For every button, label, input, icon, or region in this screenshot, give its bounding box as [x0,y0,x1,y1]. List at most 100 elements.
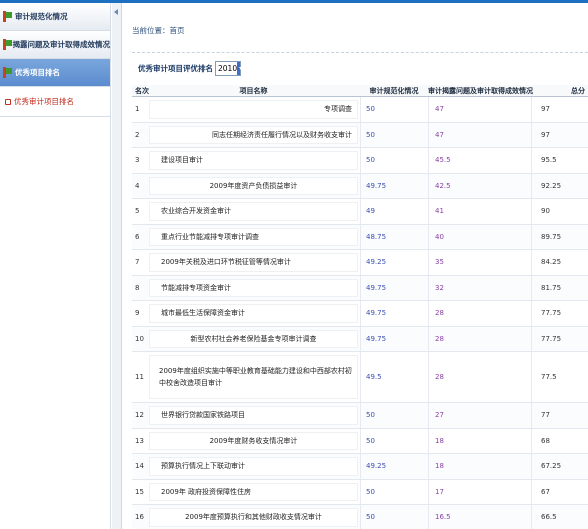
project-name[interactable]: 2009年度组织实施中等职业教育基础能力建设和中西部农村初中校舍改造项目审计 [147,365,360,389]
project-name-cell: 重点行业节能减排专项审计调查 [147,225,360,250]
project-name[interactable]: 2009年度财务收支情况审计 [147,436,360,446]
total-score-cell: 66.5 [531,505,588,529]
sidebar-item-label: 揭露问题及审计取得成效情况 [12,40,111,49]
column-header-rank[interactable]: 名次 [132,85,149,96]
total-score-cell: 77 [531,403,588,428]
standard-score-cell: 50 [360,148,428,173]
total-score-cell: 67.25 [531,454,588,479]
divider [132,52,588,53]
table-row: 8 节能减排专项资金审计 49.75 32 81.75 [132,275,588,301]
project-name[interactable]: 2009年关税及进口环节税征管等情况审计 [147,257,360,267]
project-name[interactable]: 专项调查 [147,104,360,114]
achievement-score-cell: 47 [428,97,531,122]
achievement-score-cell: 17 [428,479,531,504]
column-header-total[interactable]: 总分 [531,85,588,96]
table-row: 10 新型农村社会养老保险基金专项审计调查 49.75 28 77.75 [132,326,588,352]
total-score-cell: 84.25 [531,250,588,275]
project-name[interactable]: 城市最低生活保障资金审计 [147,308,360,318]
project-name[interactable]: 新型农村社会养老保险基金专项审计调查 [147,334,360,344]
chevron-down-icon[interactable] [237,62,243,75]
flag-icon [3,39,12,50]
rank-cell: 7 [135,258,140,267]
rank-cell: 4 [135,181,140,190]
table-row: 6 重点行业节能减排专项审计调查 48.75 40 89.75 [132,224,588,250]
table-row: 15 2009年 政府投资保障性住房 50 17 67 [132,479,588,505]
rank-cell: 6 [135,232,140,241]
total-score-cell: 68 [531,428,588,453]
rank-cell: 9 [135,309,140,318]
table-row: 5 农业综合开发资金审计 49 41 90 [132,199,588,225]
standard-score-cell: 49.25 [360,454,428,479]
project-name[interactable]: 节能减排专项资金审计 [147,283,360,293]
achievement-score-cell: 28 [428,352,531,402]
standard-score-cell: 50 [360,505,428,529]
sidebar-subitem-label: 优秀审计项目排名 [14,97,74,106]
achievement-score-cell: 28 [428,326,531,351]
table-body: 1 专项调查 50 47 97 2 同志任期经济责任履行情况以及财务收支审计 50 47 97 3 建… [132,97,588,529]
total-score-cell: 81.75 [531,275,588,300]
project-name-cell: 同志任期经济责任履行情况以及财务收支审计 [147,123,360,148]
column-header-achievement[interactable]: 审计揭露问题及审计取得成效情况 [428,85,533,96]
project-name[interactable]: 预算执行情况上下联动审计 [147,461,360,471]
project-name[interactable]: 2009年度资产负债损益审计 [147,181,360,191]
total-score-cell: 77.5 [531,352,588,402]
project-name[interactable]: 农业综合开发资金审计 [147,206,360,216]
collapse-arrow-icon[interactable] [114,9,118,15]
achievement-score-cell: 16.5 [428,505,531,529]
standard-score-cell: 50 [360,403,428,428]
table-row: 7 2009年关税及进口环节税征管等情况审计 49.25 35 84.25 [132,250,588,276]
total-score-cell: 97 [531,97,588,122]
total-score-cell: 77.75 [531,301,588,326]
project-name-cell: 节能减排专项资金审计 [147,276,360,301]
total-score-cell: 95.5 [531,148,588,173]
achievement-score-cell: 18 [428,428,531,453]
project-name[interactable]: 建设项目审计 [147,155,360,165]
table-row: 2 同志任期经济责任履行情况以及财务收支审计 50 47 97 [132,122,588,148]
standard-score-cell: 49.75 [360,275,428,300]
rank-cell: 1 [135,105,140,114]
column-header-standard[interactable]: 审计规范化情况 [360,85,428,96]
standard-score-cell: 49 [360,199,428,224]
project-name-cell: 2009年度财务收支情况审计 [147,429,360,454]
project-name[interactable]: 2009年度预算执行和其他财政收支情况审计 [147,512,360,522]
project-name[interactable]: 世界银行贷款国家铁路项目 [147,410,360,420]
standard-score-cell: 49.5 [360,352,428,402]
sidebar-item-label: 优秀项目排名 [15,68,60,77]
achievement-score-cell: 35 [428,250,531,275]
sidebar: 审计规范化情况 揭露问题及审计取得成效情况 优秀项目排名 优秀审计项目排名 [0,3,111,529]
achievement-score-cell: 42.5 [428,173,531,198]
project-name-cell: 2009年度预算执行和其他财政收支情况审计 [147,505,360,529]
filter-label: 优秀审计项目评优排名 [138,64,213,73]
total-score-cell: 67 [531,479,588,504]
achievement-score-cell: 45.5 [428,148,531,173]
rank-cell: 16 [135,513,144,522]
standard-score-cell: 49.25 [360,250,428,275]
sidebar-item-issues-results[interactable]: 揭露问题及审计取得成效情况 [0,31,110,59]
column-header-name[interactable]: 项目名称 [147,85,360,96]
sidebar-item-audit-standardization[interactable]: 审计规范化情况 [0,3,110,31]
rank-cell: 13 [135,436,144,445]
sidebar-item-excellent-ranking[interactable]: 优秀项目排名 [0,59,110,87]
project-name-cell: 城市最低生活保障资金审计 [147,301,360,326]
rank-cell: 12 [135,411,144,420]
project-name[interactable]: 重点行业节能减排专项审计调查 [147,232,360,242]
year-select-value: 2010 [218,64,238,73]
year-select[interactable]: 2010 [215,61,243,76]
sidebar-subitem-project-ranking[interactable]: 优秀审计项目排名 [0,87,110,117]
table-row: 11 2009年度组织实施中等职业教育基础能力建设和中西部农村初中校舍改造项目审计… [132,352,588,403]
project-name-cell: 2009年度资产负债损益审计 [147,174,360,199]
table-row: 9 城市最低生活保障资金审计 49.75 28 77.75 [132,301,588,327]
project-name[interactable]: 2009年 政府投资保障性住房 [147,487,360,497]
standard-score-cell: 50 [360,479,428,504]
table-row: 4 2009年度资产负债损益审计 49.75 42.5 92.25 [132,173,588,199]
project-name[interactable]: 同志任期经济责任履行情况以及财务收支审计 [147,130,360,140]
achievement-score-cell: 47 [428,122,531,147]
rank-cell: 15 [135,487,144,496]
bullet-icon [5,98,11,105]
main-content: 当前位置：首页 优秀审计项目评优排名 2010 名次 项目名称 审计规范化情况 … [123,3,588,529]
sidebar-splitter[interactable] [112,3,122,529]
rank-cell: 5 [135,207,140,216]
total-score-cell: 90 [531,199,588,224]
rank-cell: 11 [135,373,144,381]
flag-icon [3,67,12,78]
